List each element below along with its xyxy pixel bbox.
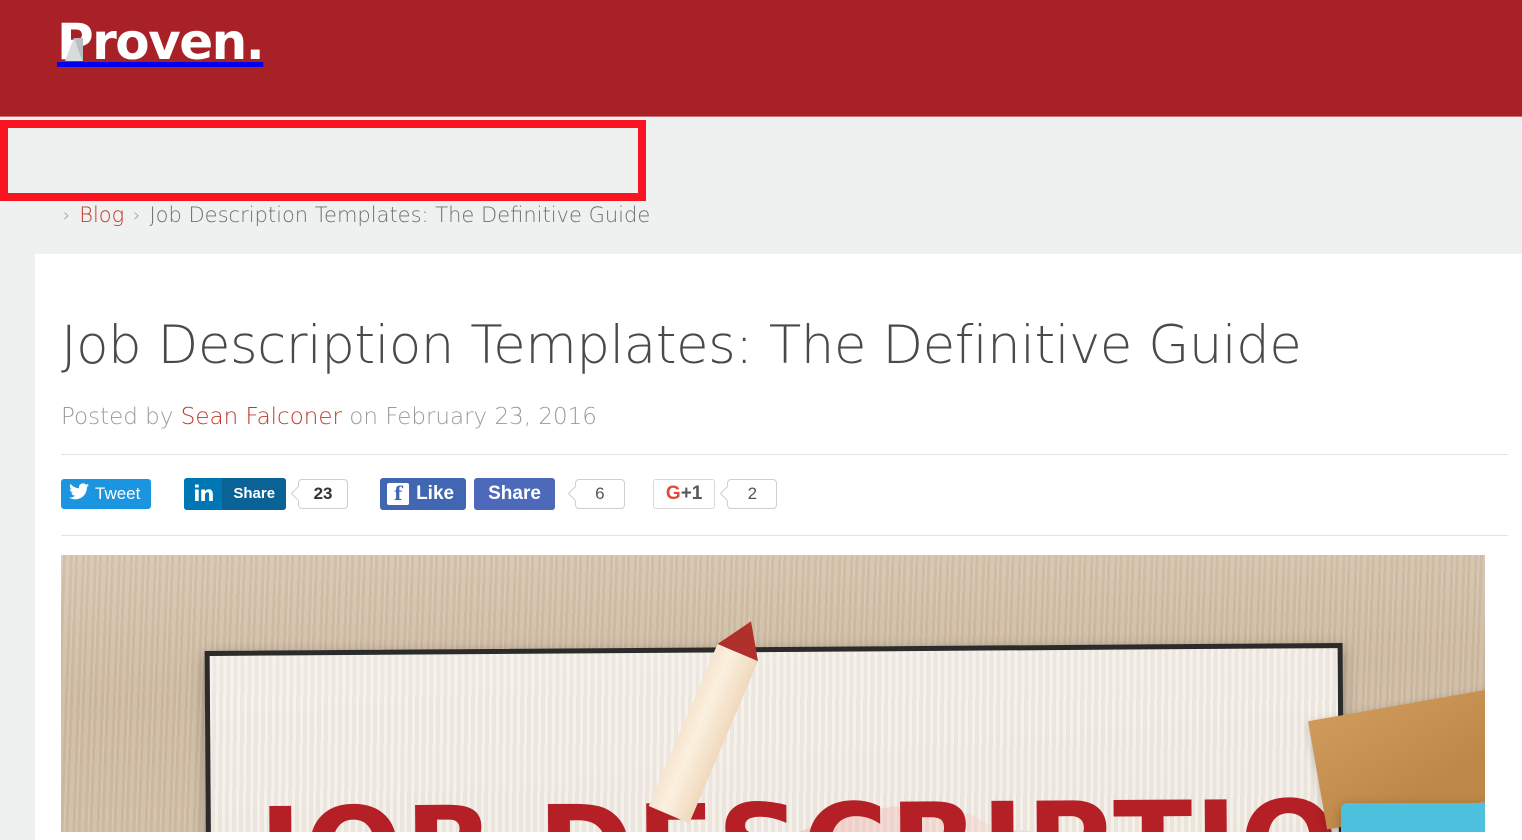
tweet-button[interactable]: Tweet	[61, 478, 152, 509]
hero-image: JOB DESCRIPTION	[61, 554, 1485, 832]
post-date: February 23, 2016	[385, 403, 597, 430]
linkedin-icon: in	[184, 477, 223, 510]
facebook-share-group: f Like Share 6	[380, 477, 625, 510]
breadcrumb-strip: › Blog › Job Description Templates: The …	[0, 117, 1522, 254]
social-share-row: Tweet in Share 23 f Like Share 6 G +1 2	[61, 477, 1513, 511]
facebook-like-label: Like	[416, 482, 455, 504]
blog-article: Job Description Templates: The Definitiv…	[61, 254, 1513, 832]
linkedin-share-label: Share	[222, 477, 287, 510]
linkedin-share-count[interactable]: 23	[298, 478, 349, 509]
hero-whiteboard: JOB DESCRIPTION	[204, 642, 1346, 832]
site-logo[interactable]: Proven.	[57, 13, 265, 71]
post-meta-middle: on	[349, 403, 378, 430]
linkedin-share-group: in Share 23	[184, 477, 349, 510]
breadcrumb-item-current: Job Description Templates: The Definitiv…	[149, 203, 651, 227]
post-author-link[interactable]: Sean Falconer	[181, 404, 342, 430]
linkedin-share-button[interactable]: in Share	[184, 477, 287, 510]
facebook-f-icon: f	[387, 482, 410, 505]
divider-below-social	[61, 534, 1508, 536]
googleplus-share-group: G +1 2	[652, 478, 778, 509]
hero-blue-note	[1341, 802, 1485, 832]
hero-board-text: JOB DESCRIPTION	[259, 775, 1346, 832]
googleplus-g-icon: G	[665, 482, 681, 504]
divider-above-social	[61, 453, 1508, 455]
facebook-like-button[interactable]: f Like	[380, 477, 467, 510]
proven-arrow-mark-icon	[57, 14, 101, 70]
site-header: Proven.	[0, 0, 1522, 112]
breadcrumb: › Blog › Job Description Templates: The …	[63, 203, 650, 227]
facebook-share-button[interactable]: Share	[474, 477, 555, 510]
googleplus-count[interactable]: 2	[727, 478, 778, 509]
googleplus-plus-one-label: +1	[680, 482, 703, 504]
page-root: Proven. › Blog › Job Description Templat…	[0, 0, 1522, 840]
googleplus-button[interactable]: G +1	[652, 478, 716, 509]
post-meta: Posted by Sean Falconer on February 23, …	[61, 404, 1513, 430]
breadcrumb-item-blog[interactable]: Blog	[79, 203, 124, 227]
content-card: Job Description Templates: The Definitiv…	[35, 254, 1522, 840]
page-title: Job Description Templates: The Definitiv…	[61, 315, 1302, 376]
twitter-bird-icon	[69, 483, 89, 504]
red-annotation-box	[0, 120, 646, 201]
breadcrumb-separator-icon: ›	[133, 204, 141, 226]
facebook-share-count[interactable]: 6	[574, 478, 625, 509]
post-meta-prefix: Posted by	[61, 403, 174, 430]
hero-wood-background: JOB DESCRIPTION	[61, 554, 1485, 832]
breadcrumb-separator-icon: ›	[63, 204, 71, 226]
tweet-button-label: Tweet	[95, 483, 141, 503]
